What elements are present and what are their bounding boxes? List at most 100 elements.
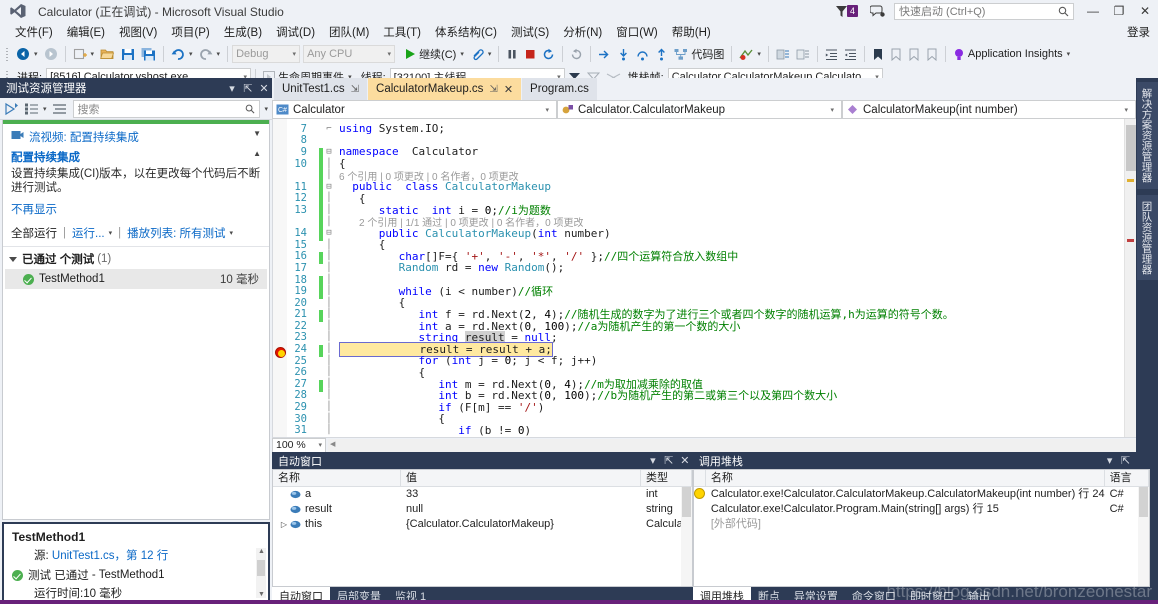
pin-icon[interactable]: ⇱ [240,82,256,95]
column-name[interactable]: 名称 [273,470,401,487]
save-all-button[interactable] [138,44,159,64]
continue-button[interactable]: 继续(C) ▾ [401,44,467,64]
ci-heading-link[interactable]: 配置持续集成 [11,149,80,165]
menu-project[interactable]: 项目(P) [164,22,216,42]
tab-calculatormakeup[interactable]: CalculatorMakeup.cs ⇲ ✕ [368,78,523,100]
menu-test[interactable]: 测试(S) [504,22,556,42]
step-out-button[interactable] [652,44,671,64]
code-map-button[interactable]: 代码图 [671,44,727,64]
stop-debugging-button[interactable] [521,44,539,64]
column-name[interactable]: 名称 [706,470,1105,487]
restart-button[interactable] [539,44,558,64]
scroll-thumb[interactable] [1138,487,1148,517]
pane-menu-icon[interactable]: ▾ [1102,454,1118,467]
navigate-backward-button[interactable]: ▾ [13,44,41,64]
current-statement-breakpoint-icon[interactable] [275,347,286,358]
close-button[interactable]: ✕ [1132,1,1158,21]
minimize-button[interactable]: — [1080,1,1106,21]
table-row[interactable]: ▷ this {Calculator.CalculatorMakeup} Cal… [273,517,692,532]
ci-video-link[interactable]: 流视频: 配置持续集成 [29,129,139,145]
step-over-button[interactable] [633,44,652,64]
ci-dismiss-link[interactable]: 不再显示 [11,201,261,217]
uncomment-selection-button[interactable] [793,44,813,64]
open-file-button[interactable] [97,44,118,64]
scroll-down-icon[interactable]: ▼ [258,591,265,598]
test-detail-source-link[interactable]: UnitTest1.cs，第 12 行 [52,550,168,562]
break-all-button[interactable] [503,44,521,64]
toolbar-grip[interactable] [4,46,11,62]
chevron-up-icon[interactable]: ▲ [253,149,261,158]
tab-unittest1[interactable]: UnitTest1.cs ⇲ [274,78,369,100]
test-detail-scrollbar[interactable]: ▲ ▼ [256,548,266,598]
code-editor[interactable]: 7 ⌐ using System.IO; 8 9 ⊟ namespace Calcula… [272,119,1136,437]
autos-grid[interactable]: 名称 值 类型 a 33 int result null string ▷ th… [272,469,693,587]
close-icon[interactable]: ✕ [504,83,513,96]
column-type[interactable]: 类型 [641,470,692,487]
run-menu-link[interactable]: 运行... [72,225,105,241]
outline-collapse[interactable]: ⊟ [323,228,335,238]
menu-debug[interactable]: 调试(D) [269,22,322,42]
run-tests-icon[interactable] [4,102,19,116]
nav-type-combo[interactable]: Calculator.CalculatorMakeup ▾ [557,100,842,119]
table-row[interactable]: Calculator.exe!Calculator.Program.Main(s… [694,502,1149,517]
application-insights-button[interactable]: Application Insights ▾ [950,44,1073,64]
nav-member-combo[interactable]: CalculatorMakeup(int number) ▾ [842,100,1136,119]
redo-button[interactable]: ▾ [196,44,224,64]
decrease-indent-button[interactable] [841,44,860,64]
table-row[interactable]: Calculator.exe!Calculator.CalculatorMake… [694,487,1149,502]
quick-launch-input[interactable]: 快速启动 (Ctrl+Q) [894,2,1074,20]
refresh-button[interactable] [567,44,586,64]
restore-button[interactable]: ❐ [1106,1,1132,21]
comment-selection-button[interactable] [773,44,793,64]
sign-in-link[interactable]: 登录 [1127,24,1150,40]
outline-collapse[interactable]: ⊟ [323,147,335,157]
callstack-scrollbar[interactable] [1137,487,1149,586]
autos-scrollbar[interactable] [680,487,692,586]
menu-team[interactable]: 团队(M) [322,22,376,42]
vertical-tab-team-explorer[interactable]: 团队资源管理器 [1136,194,1158,280]
chevron-down-icon[interactable]: ▼ [253,129,261,138]
increase-indent-button[interactable] [822,44,841,64]
variable-value[interactable]: {Calculator.CalculatorMakeup} [401,517,641,532]
menu-analyze[interactable]: 分析(N) [556,22,609,42]
pin-icon[interactable]: ⇱ [1118,454,1134,467]
pin-icon[interactable]: ⇲ [489,84,497,95]
group-by-caret-icon[interactable]: ▾ [43,105,47,113]
editor-vertical-scrollbar[interactable] [1124,119,1136,437]
pane-menu-icon[interactable]: ▾ [224,82,240,95]
callstack-grid[interactable]: 名称 语言 Calculator.exe!Calculator.Calculat… [692,469,1150,587]
menu-view[interactable]: 视图(V) [112,22,164,42]
menu-window[interactable]: 窗口(W) [609,22,665,42]
ci-video-row[interactable]: 流视频: 配置持续集成 ▼ [11,129,261,145]
solution-configuration-combo[interactable]: Debug ▾ [232,45,301,63]
pane-menu-icon[interactable]: ▾ [645,454,661,467]
save-button[interactable] [118,44,138,64]
column-language[interactable]: 语言 [1105,470,1149,487]
pin-icon[interactable]: ⇲ [351,84,359,95]
nav-project-combo[interactable]: C# Calculator ▾ [272,100,557,119]
clear-bookmarks-button[interactable] [923,44,941,64]
attach-to-process-button[interactable]: ▾ [467,44,495,64]
close-icon[interactable]: ✕ [677,454,693,467]
playlist-link[interactable]: 播放列表: 所有测试 [127,225,225,241]
test-list-item[interactable]: TestMethod1 10 毫秒 [5,269,267,289]
menu-tools[interactable]: 工具(T) [376,22,428,42]
menu-help[interactable]: 帮助(H) [665,22,718,42]
table-row[interactable]: a 33 int [273,487,692,502]
test-group-passed[interactable]: 已通过 个测试 (1) [3,247,269,269]
outline-marker[interactable]: ⌐ [323,124,335,134]
menu-build[interactable]: 生成(B) [217,22,269,42]
send-feedback-icon[interactable] [870,4,886,18]
test-search-input[interactable]: 搜索 [72,99,261,118]
scroll-up-icon[interactable]: ▲ [258,548,265,555]
menu-edit[interactable]: 编辑(E) [60,22,112,42]
row-expander[interactable]: ▷ [278,517,290,532]
new-project-button[interactable]: ▾ [70,44,98,64]
menu-file[interactable]: 文件(F) [8,22,60,42]
toggle-bookmark-button[interactable] [869,44,887,64]
column-value[interactable]: 值 [401,470,641,487]
step-into-button[interactable] [614,44,633,64]
tab-program[interactable]: Program.cs [522,78,598,100]
menu-architecture[interactable]: 体系结构(C) [428,22,504,42]
scroll-thumb[interactable] [257,560,265,576]
